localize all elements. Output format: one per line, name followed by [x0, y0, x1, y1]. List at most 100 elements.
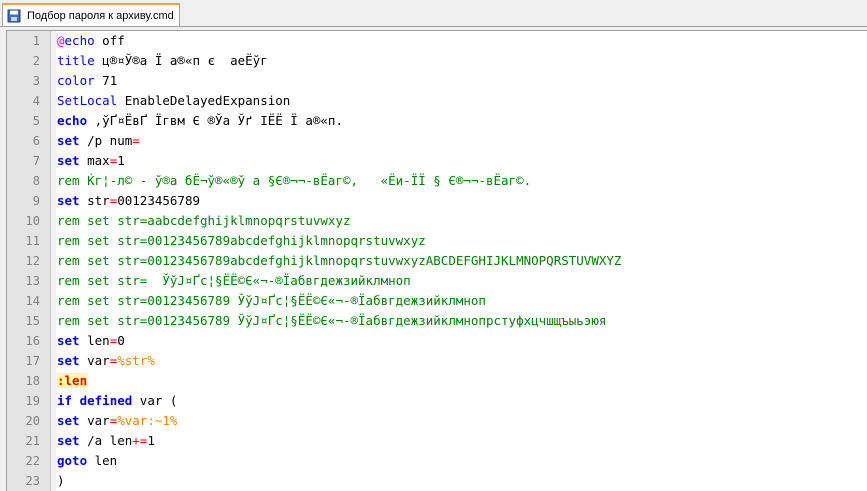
code-editor[interactable]: 1 @echo off 2 title ц®¤Ў®а Ї а®«п є аеЁўг 3 c… [6, 30, 867, 491]
code-line[interactable]: 7 set max=1 [7, 151, 867, 171]
code-text: @echo off [57, 31, 125, 51]
line-number: 2 [32, 54, 40, 68]
code-token: set [57, 333, 80, 348]
code-line[interactable]: 19 if defined var ( [7, 391, 867, 411]
line-number: 19 [25, 394, 40, 408]
code-token: /a len [79, 433, 133, 448]
code-token: str [79, 193, 110, 208]
code-text: set /a len+=1 [57, 431, 155, 451]
code-text: goto len [57, 451, 117, 471]
code-text: ) [57, 471, 65, 491]
code-text: :len [57, 371, 88, 391]
code-token: %var:~1% [117, 413, 178, 428]
code-text: rem set str=00123456789abcdefghijklmnopq… [57, 231, 426, 251]
code-token: 00123456789 [117, 193, 201, 208]
line-number: 6 [32, 134, 40, 148]
code-token: rem set str=00123456789 ЎўЈ¤Ґс¦§ЁЁ©Є«¬-®… [57, 313, 607, 328]
code-token: set [57, 433, 80, 448]
code-line[interactable]: 18 :len [7, 371, 867, 391]
code-token: if [57, 393, 73, 408]
code-token: rem set str=00123456789abcdefghijklmnopq… [57, 253, 622, 268]
code-token: set [57, 133, 80, 148]
code-token: :len [57, 373, 88, 388]
code-token: = [132, 133, 140, 148]
code-lines: 1 @echo off 2 title ц®¤Ў®а Ї а®«п є аеЁўг 3 c… [7, 31, 867, 491]
code-token: @ [57, 33, 65, 48]
code-line[interactable]: 11 rem set str=00123456789abcdefghijklmno… [7, 231, 867, 251]
code-token: set [57, 153, 80, 168]
code-line[interactable]: 6 set /p num= [7, 131, 867, 151]
code-text: set len=0 [57, 331, 125, 351]
code-line[interactable]: 12 rem set str=00123456789abcdefghijklmno… [7, 251, 867, 271]
code-token: var ( [132, 393, 178, 408]
code-text: rem set str=00123456789 ЎўЈ¤Ґс¦§ЁЁ©Є«¬-®… [57, 291, 486, 311]
file-tab[interactable]: Подбор пароля к архиву.cmd [2, 3, 180, 26]
code-line[interactable]: 16 set len=0 [7, 331, 867, 351]
code-text: rem set str=aabcdefghijklmnopqrstuvwxyz [57, 211, 351, 231]
code-token: ) [57, 473, 65, 488]
line-number: 8 [32, 174, 40, 188]
code-token: 1 [147, 433, 155, 448]
code-token: set [57, 413, 80, 428]
code-line[interactable]: 4 SetLocal EnableDelayedExpansion [7, 91, 867, 111]
code-line[interactable]: 8 rem Ќг¦-л© - ў®а бЁ¬ў®«®ў а §Є®¬¬-вЁаг©… [7, 171, 867, 191]
tab-label: Подбор пароля к архиву.cmd [27, 9, 174, 22]
code-line[interactable]: 13 rem set str= ЎўЈ¤Ґс¦§ЁЁ©Є«¬-®Їабвгдежз… [7, 271, 867, 291]
code-line[interactable]: 17 set var=%str% [7, 351, 867, 371]
line-number: 12 [25, 254, 40, 268]
code-token: defined [79, 393, 133, 408]
line-number: 15 [25, 314, 40, 328]
code-token: rem set str= ЎўЈ¤Ґс¦§ЁЁ©Є«¬-®Їабвгдежзий… [57, 273, 411, 288]
code-line[interactable]: 15 rem set str=00123456789 ЎўЈ¤Ґс¦§ЁЁ©Є«¬… [7, 311, 867, 331]
line-number: 18 [25, 374, 40, 388]
code-text: SetLocal EnableDelayedExpansion [57, 91, 290, 111]
line-number: 9 [32, 194, 40, 208]
code-line[interactable]: 3 color 71 [7, 71, 867, 91]
tab-divider [0, 26, 867, 27]
code-text: rem set str= ЎўЈ¤Ґс¦§ЁЁ©Є«¬-®Їабвгдежзий… [57, 271, 411, 291]
code-token: rem set str=aabcdefghijklmnopqrstuvwxyz [57, 213, 351, 228]
code-line[interactable]: 9 set str=00123456789 [7, 191, 867, 211]
line-number: 17 [25, 354, 40, 368]
code-token: /p num [79, 133, 133, 148]
code-token: ,ўҐ¤ЁвҐ Їгвм Є ®Ўа Ўґ ІЁЁ Ї а®«п. [87, 113, 343, 128]
code-token: echo [64, 33, 95, 48]
code-text: rem set str=00123456789 ЎўЈ¤Ґс¦§ЁЁ©Є«¬-®… [57, 311, 606, 331]
code-text: set max=1 [57, 151, 125, 171]
code-token: off [94, 33, 125, 48]
code-line[interactable]: 23) [7, 471, 867, 491]
line-number: 20 [25, 414, 40, 428]
code-token: len [79, 333, 110, 348]
code-line[interactable]: 20 set var=%var:~1% [7, 411, 867, 431]
code-token: var [79, 353, 110, 368]
code-line[interactable]: 2 title ц®¤Ў®а Ї а®«п є аеЁўг [7, 51, 867, 71]
line-number: 10 [25, 214, 40, 228]
code-text: set str=00123456789 [57, 191, 200, 211]
code-line[interactable]: 10 rem set str=aabcdefghijklmnopqrstuvwxy… [7, 211, 867, 231]
code-line[interactable]: 1 @echo off [7, 31, 867, 51]
code-token: var [79, 413, 110, 428]
code-line[interactable]: 22 goto len [7, 451, 867, 471]
line-number: 5 [32, 114, 40, 128]
code-token: ц®¤Ў®а Ї а®«п є аеЁўг [94, 53, 268, 68]
code-token: 0 [117, 333, 125, 348]
code-token: color [57, 73, 95, 88]
code-text: color 71 [57, 71, 117, 91]
code-token: title [57, 53, 95, 68]
code-line[interactable]: 21 set /a len+=1 [7, 431, 867, 451]
code-text: echo ,ўҐ¤ЁвҐ Їгвм Є ®Ўа Ўґ ІЁЁ Ї а®«п. [57, 111, 343, 131]
code-token: rem set str=00123456789 ЎўЈ¤Ґс¦§ЁЁ©Є«¬-®… [57, 293, 486, 308]
code-token: 1 [117, 153, 125, 168]
code-text: title ц®¤Ў®а Ї а®«п є аеЁўг [57, 51, 268, 71]
code-token: rem Ќг¦-л© - ў®а бЁ¬ў®«®ў а §Є®¬¬-вЁаг©,… [57, 173, 532, 188]
tab-bar: Подбор пароля к архиву.cmd [0, 0, 867, 28]
line-number: 1 [32, 34, 40, 48]
code-text: set var=%var:~1% [57, 411, 177, 431]
code-line[interactable]: 14 rem set str=00123456789 ЎўЈ¤Ґс¦§ЁЁ©Є«¬… [7, 291, 867, 311]
line-number: 23 [25, 474, 40, 488]
line-number: 11 [25, 234, 40, 248]
code-line[interactable]: 5 echo ,ўҐ¤ЁвҐ Їгвм Є ®Ўа Ўґ ІЁЁ Ї а®«п. [7, 111, 867, 131]
code-text: set var=%str% [57, 351, 155, 371]
code-token: += [132, 433, 148, 448]
code-token: rem set str=00123456789abcdefghijklmnopq… [57, 233, 426, 248]
